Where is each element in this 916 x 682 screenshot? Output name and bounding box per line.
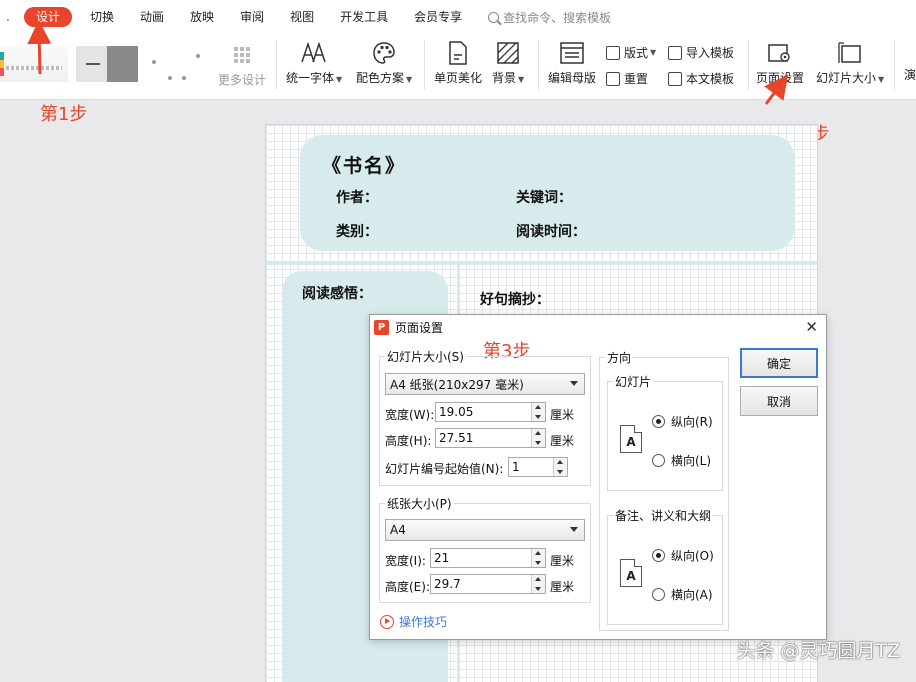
cancel-button[interactable]: 取消 (740, 386, 818, 416)
notes-orientation-label: 备注、讲义和大纲 (613, 507, 714, 524)
paper-width-unit: 厘米 (550, 554, 575, 568)
reflection-label: 阅读感悟： (302, 286, 372, 302)
reading-time-label: 阅读时间： (516, 224, 586, 240)
width-value: 19.05 (439, 405, 474, 419)
excerpt-label: 好句摘抄： (480, 292, 550, 308)
paper-height-unit: 厘米 (550, 580, 575, 594)
dialog-titlebar: P 页面设置 (370, 315, 826, 339)
slide-size-group-label: 幻灯片大小(S) (385, 348, 466, 365)
wps-logo-icon: P (374, 319, 389, 335)
notes-landscape-label: 横向(A) (671, 588, 713, 602)
dialog-title: 页面设置 (395, 320, 444, 335)
book-info-card: 《书名》 作者： 关键词： 类别： 阅读时间： (300, 135, 794, 251)
numbering-spinner[interactable] (553, 458, 567, 476)
radio-empty-icon (652, 454, 665, 467)
height-unit: 厘米 (550, 434, 575, 448)
notes-page-icon: A (620, 559, 642, 587)
step1-annotation: 第1步 (40, 104, 88, 125)
paper-height-input[interactable]: 29.7 (430, 574, 546, 594)
width-input[interactable]: 19.05 (435, 402, 546, 422)
height-value: 27.51 (439, 431, 474, 445)
category-label: 类别： (336, 224, 378, 240)
chevron-down-icon (570, 381, 578, 386)
height-input[interactable]: 27.51 (435, 428, 546, 448)
orientation-group-label: 方向 (605, 349, 634, 366)
chevron-down-icon (570, 527, 578, 532)
close-icon[interactable]: ✕ (805, 318, 818, 336)
slides-portrait-radio[interactable]: 纵向(R) (652, 413, 713, 430)
paper-size-group-label: 纸张大小(P) (385, 495, 454, 512)
paper-size-value: A4 (390, 523, 406, 537)
slides-orientation-label: 幻灯片 (613, 373, 654, 390)
watermark: 头条 @灵巧圆月TZ (736, 640, 900, 662)
slides-landscape-label: 横向(L) (671, 454, 712, 468)
paper-size-select[interactable]: A4 (385, 519, 585, 541)
tips-label: 操作技巧 (399, 615, 448, 629)
paper-height-spinner[interactable] (531, 575, 545, 593)
notes-landscape-radio[interactable]: 横向(A) (652, 586, 713, 603)
height-label: 高度(H): (385, 434, 432, 448)
width-label: 宽度(W): (385, 408, 435, 422)
paper-width-value: 21 (434, 551, 450, 565)
slide-size-select[interactable]: A4 纸张(210x297 毫米) (385, 373, 585, 395)
paper-height-value: 29.7 (434, 577, 461, 591)
numbering-label: 幻灯片编号起始值(N): (385, 462, 504, 476)
slides-portrait-label: 纵向(R) (671, 415, 713, 429)
step1-arrow (27, 20, 52, 75)
play-icon (380, 614, 394, 629)
radio-empty-icon (652, 588, 665, 601)
notes-portrait-radio[interactable]: 纵向(O) (652, 547, 714, 564)
book-title: 《书名》 (322, 155, 407, 177)
paper-width-input[interactable]: 21 (430, 548, 546, 568)
radio-checked-icon (652, 549, 665, 562)
radio-checked-icon (652, 415, 665, 428)
portrait-page-icon: A (620, 425, 642, 453)
numbering-value: 1 (512, 460, 520, 474)
tips-link[interactable]: 操作技巧 (380, 613, 447, 630)
page-setup-dialog: P 页面设置 ✕ 第3步 幻灯片大小(S) A4 纸张(210x297 毫米) … (369, 314, 827, 640)
paper-width-spinner[interactable] (531, 549, 545, 567)
slides-landscape-radio[interactable]: 横向(L) (652, 452, 711, 469)
step2-arrow (764, 74, 789, 105)
width-unit: 厘米 (550, 408, 575, 422)
paper-width-label: 宽度(I): (385, 554, 426, 568)
height-spinner[interactable] (531, 429, 545, 447)
divider-horizontal (266, 262, 819, 265)
ok-button[interactable]: 确定 (740, 348, 818, 378)
slide-size-value: A4 纸张(210x297 毫米) (390, 377, 524, 392)
paper-height-label: 高度(E): (385, 580, 430, 594)
keywords-label: 关键词： (516, 190, 572, 206)
width-spinner[interactable] (531, 403, 545, 421)
notes-portrait-label: 纵向(O) (671, 549, 714, 563)
author-label: 作者： (336, 190, 378, 206)
numbering-input[interactable]: 1 (508, 457, 568, 477)
